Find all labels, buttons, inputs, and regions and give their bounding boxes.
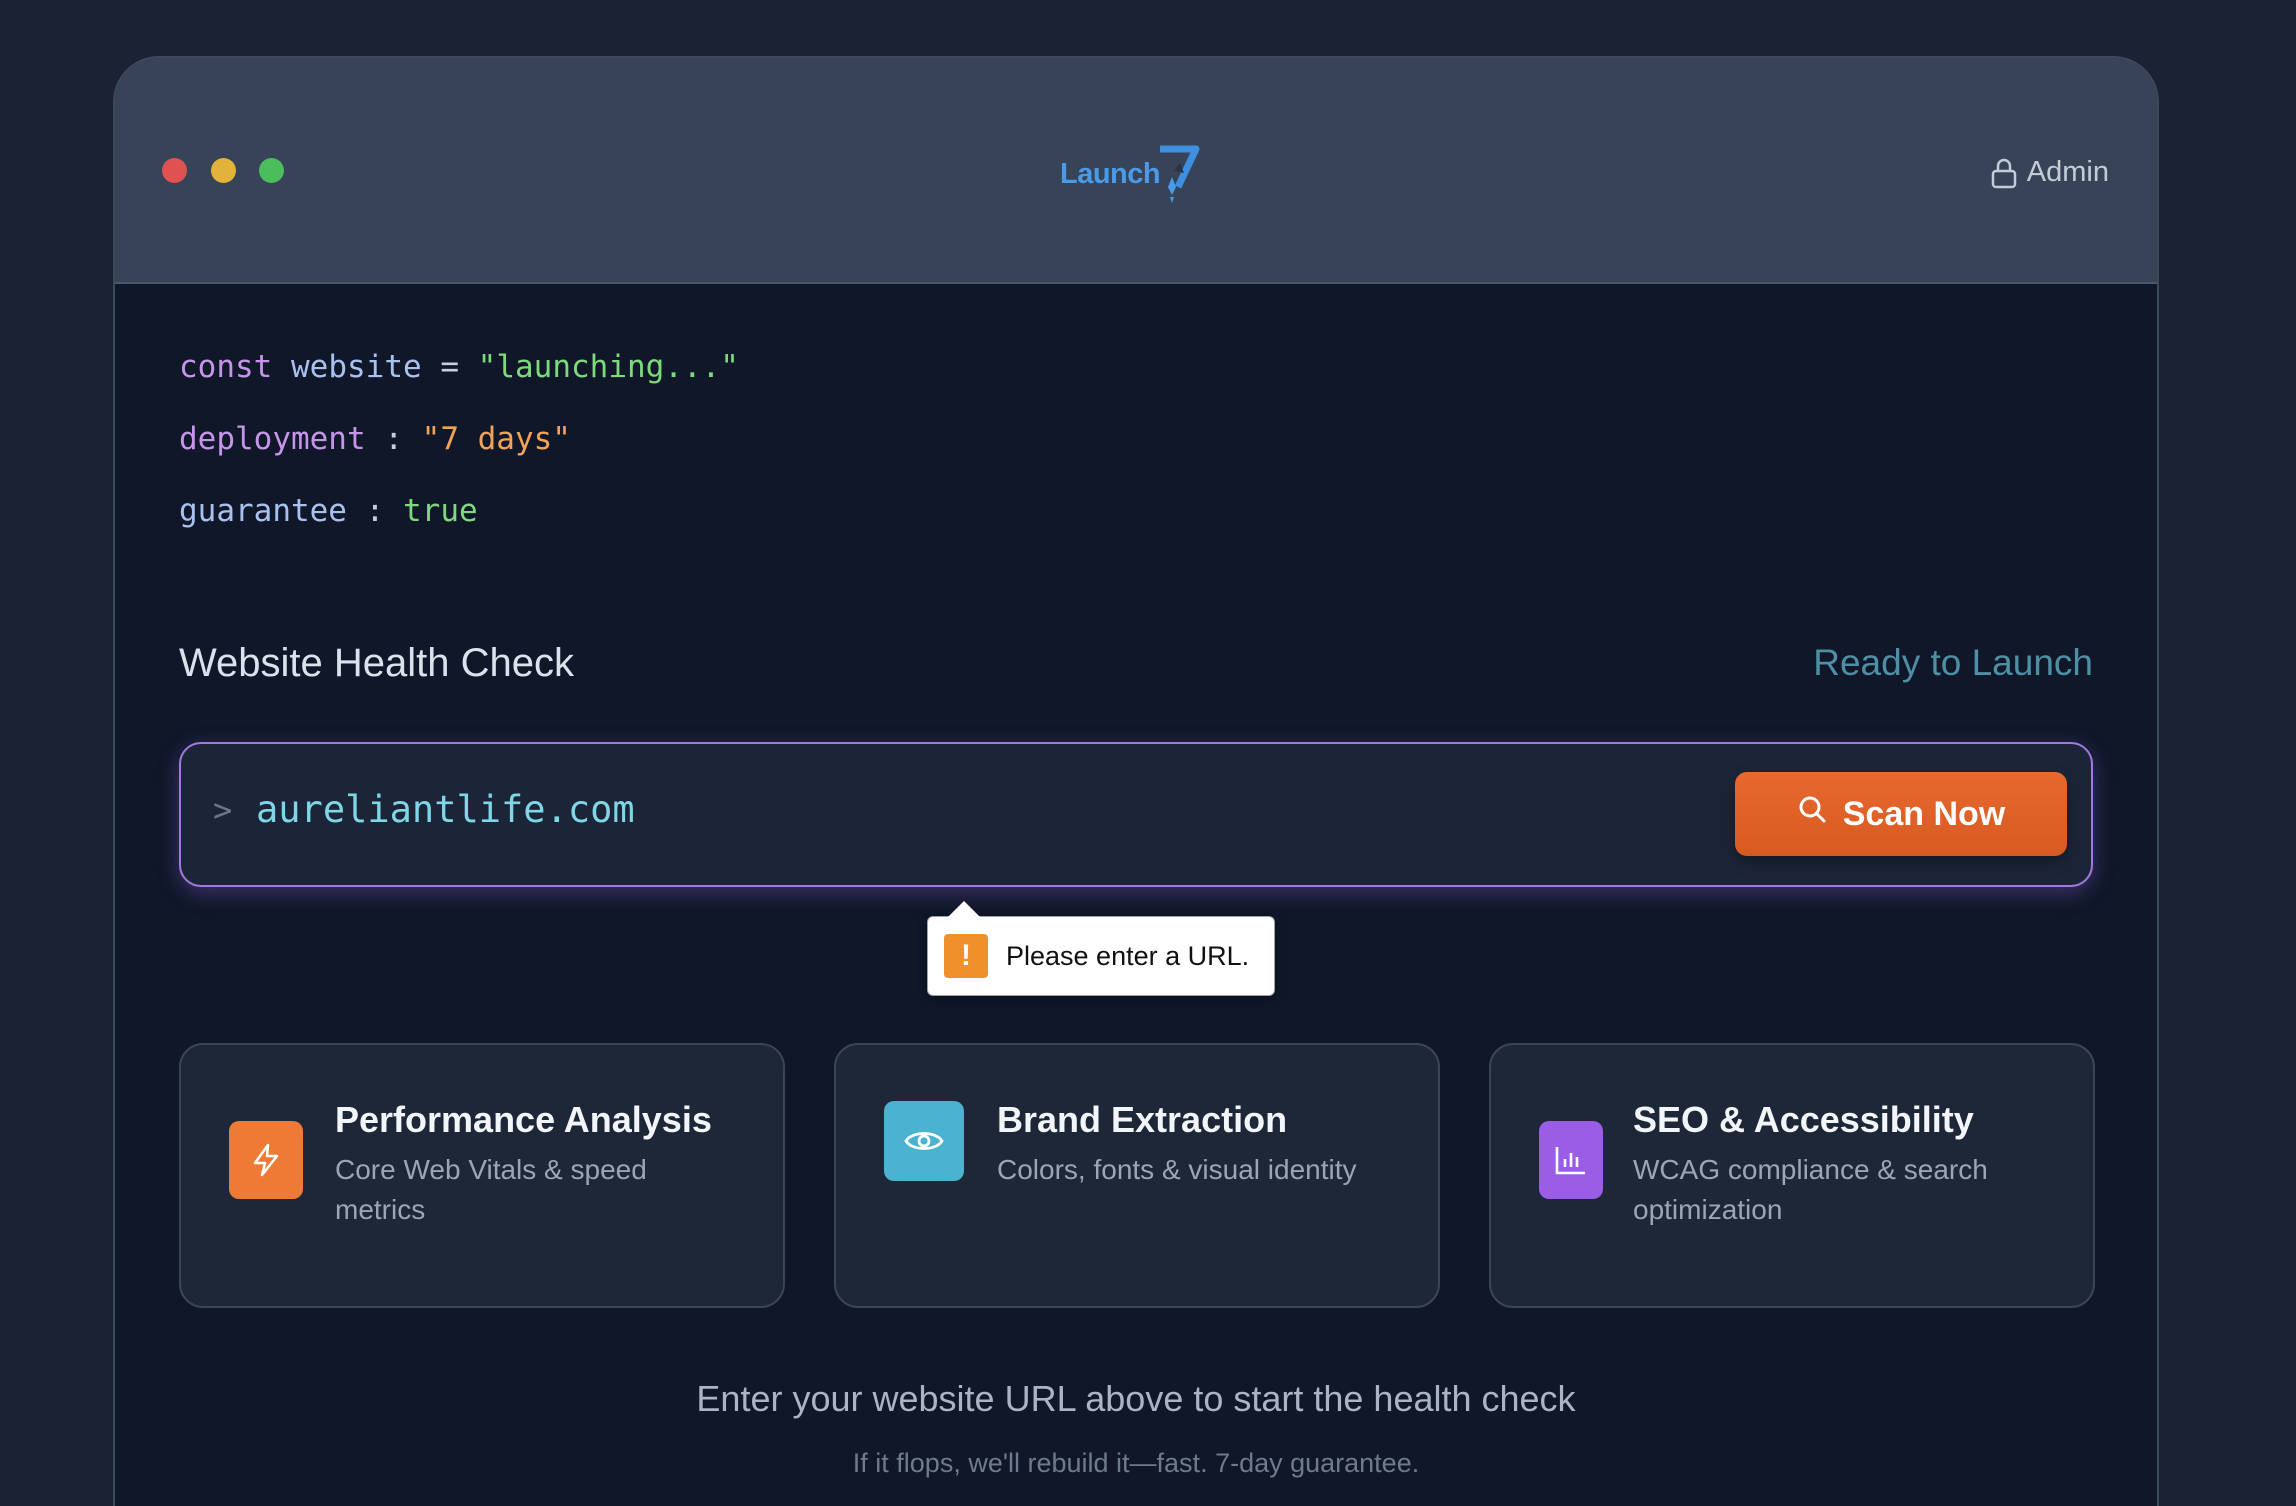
validation-tooltip: ! Please enter a URL. xyxy=(927,901,1275,996)
code-line: const website = "launching..." xyxy=(179,349,739,385)
prompt-symbol: > xyxy=(213,791,233,829)
status-text: Ready to Launch xyxy=(1813,642,2093,683)
code-snippet: const website = "launching..." deploymen… xyxy=(179,349,739,565)
card-description: Core Web Vitals & speed xyxy=(335,1154,647,1185)
validation-message: Please enter a URL. xyxy=(1006,940,1250,971)
admin-label: Admin xyxy=(2026,156,2109,188)
minimize-window-button[interactable] xyxy=(211,158,236,183)
card-description: optimization xyxy=(1633,1194,1783,1225)
logo-text: Launch xyxy=(1060,158,1161,190)
card-title: Brand Extraction xyxy=(997,1099,1288,1140)
admin-link[interactable]: Admin xyxy=(1991,156,2109,189)
eye-icon xyxy=(884,1101,964,1181)
feature-card-seo: SEO & Accessibility WCAG compliance & se… xyxy=(1489,1043,2095,1308)
logo[interactable]: Launch xyxy=(1060,143,1200,213)
feature-card-brand: Brand Extraction Colors, fonts & visual … xyxy=(834,1043,1440,1308)
rocket-seven-icon xyxy=(1160,145,1200,203)
search-icon xyxy=(1799,796,1826,823)
section-title: Website Health Check xyxy=(179,641,574,685)
warning-icon: ! xyxy=(944,934,988,978)
card-description: metrics xyxy=(335,1194,426,1225)
close-window-button[interactable] xyxy=(162,158,187,183)
card-description: Colors, fonts & visual identity xyxy=(997,1154,1357,1185)
code-line: guarantee : true xyxy=(179,493,478,529)
card-title: SEO & Accessibility xyxy=(1633,1099,1974,1140)
lightning-icon xyxy=(229,1121,303,1199)
app-window: Launch Admin const website = "launching.… xyxy=(113,56,2159,1506)
bar-chart-icon xyxy=(1539,1121,1603,1199)
scan-now-button[interactable]: Scan Now xyxy=(1735,772,2067,856)
url-input[interactable] xyxy=(256,784,1556,834)
title-bar: Launch Admin xyxy=(115,58,2157,284)
card-title: Performance Analysis xyxy=(335,1099,712,1140)
footer-guarantee: If it flops, we'll rebuild it—fast. 7-da… xyxy=(852,1448,1420,1478)
maximize-window-button[interactable] xyxy=(259,158,284,183)
code-line: deployment : "7 days" xyxy=(179,421,571,457)
feature-card-performance: Performance Analysis Core Web Vitals & s… xyxy=(179,1043,785,1308)
scan-button-label: Scan Now xyxy=(1842,794,2006,833)
lock-icon xyxy=(1991,158,2017,188)
card-description: WCAG compliance & search xyxy=(1633,1154,1988,1185)
url-input-container: > Scan Now xyxy=(179,742,2093,887)
footer-instruction: Enter your website URL above to start th… xyxy=(696,1378,1576,1419)
